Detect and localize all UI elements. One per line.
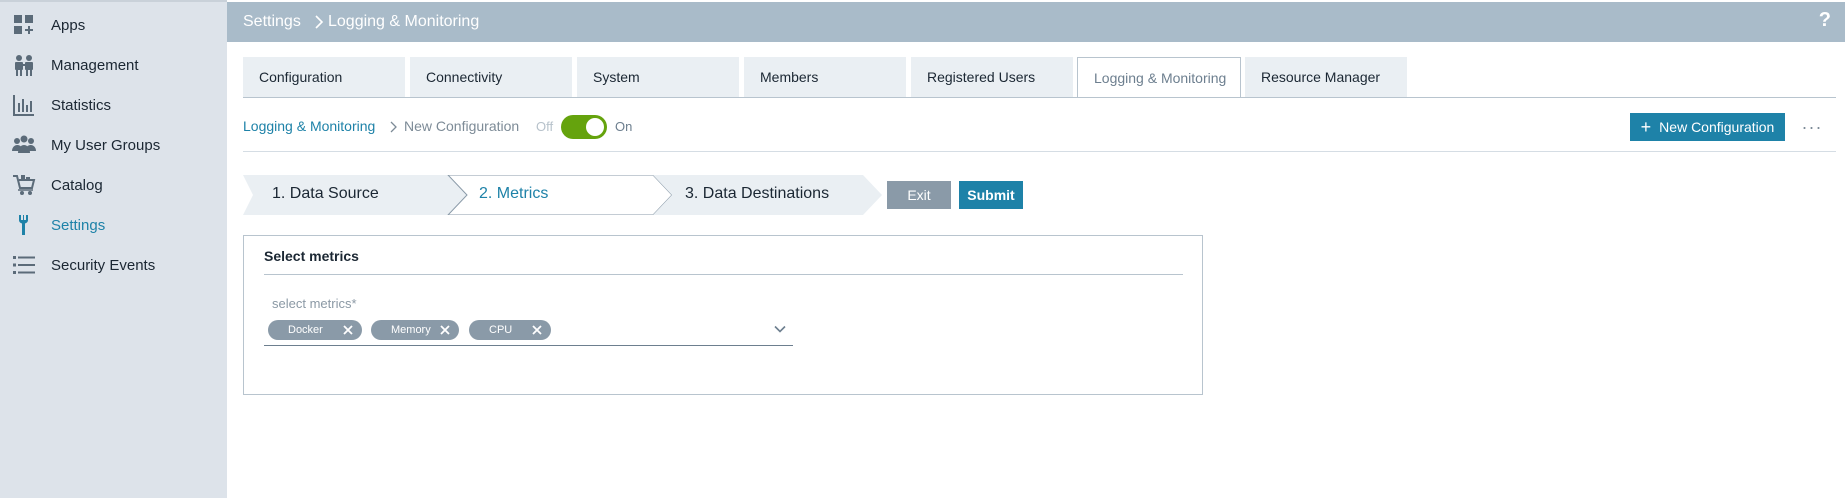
sidebar-item-management[interactable]: Management — [0, 45, 227, 85]
user-group-icon — [12, 133, 36, 157]
chip-label: Memory — [391, 324, 431, 336]
tabs-divider — [243, 97, 1836, 98]
required-mark: * — [351, 296, 357, 311]
remove-chip-icon[interactable] — [531, 324, 543, 336]
chip-label: Docker — [288, 324, 323, 336]
chevron-right-icon — [315, 15, 324, 29]
sidebar-item-security-events[interactable]: Security Events — [0, 245, 227, 285]
new-configuration-label: New Configuration — [1659, 119, 1775, 135]
subheader-divider — [243, 151, 1836, 152]
submit-button[interactable]: Submit — [959, 181, 1023, 209]
breadcrumb-current: New Configuration — [404, 118, 520, 134]
sidebar-item-label: Apps — [51, 16, 86, 34]
toggle-off-label: Off — [536, 119, 554, 134]
tab-logging-monitoring[interactable]: Logging & Monitoring — [1077, 57, 1241, 98]
step-data-source[interactable]: 1. Data Source — [272, 185, 379, 203]
top-header: Settings Logging & Monitoring ? — [227, 2, 1845, 42]
help-icon[interactable]: ? — [1819, 9, 1831, 32]
new-configuration-button[interactable]: + New Configuration — [1630, 113, 1785, 141]
sidebar-item-label: My User Groups — [51, 136, 161, 154]
apps-icon — [12, 13, 36, 37]
select-metrics-card: Select metrics select metrics* Docker Me… — [243, 235, 1203, 395]
chip-label: CPU — [489, 324, 513, 336]
card-title: Select metrics — [264, 248, 359, 264]
chip-memory: Memory — [371, 320, 459, 340]
metrics-multiselect[interactable]: Docker Memory CPU — [264, 316, 793, 346]
breadcrumb-root[interactable]: Settings — [243, 13, 301, 31]
tab-label: Resource Manager — [1261, 69, 1381, 85]
plus-icon: + — [1640, 117, 1652, 137]
tab-label: Members — [760, 69, 819, 85]
remove-chip-icon[interactable] — [439, 324, 451, 336]
tab-label: Registered Users — [927, 69, 1036, 85]
step-metrics[interactable]: 2. Metrics — [479, 185, 548, 203]
sidebar-item-catalog[interactable]: Catalog — [0, 165, 227, 205]
sidebar-item-my-user-groups[interactable]: My User Groups — [0, 125, 227, 165]
card-divider — [264, 274, 1183, 275]
sidebar-item-settings[interactable]: Settings — [0, 205, 227, 245]
more-options-icon[interactable]: ··· — [1799, 113, 1825, 141]
sidebar-item-label: Security Events — [51, 256, 156, 274]
remove-chip-icon[interactable] — [342, 324, 354, 336]
bar-chart-icon — [12, 93, 36, 117]
sidebar-item-apps[interactable]: Apps — [0, 5, 227, 45]
breadcrumb-current: Logging & Monitoring — [328, 13, 480, 30]
tab-label: Configuration — [259, 69, 343, 85]
chevron-down-icon[interactable] — [773, 322, 787, 336]
toggle-on-label: On — [615, 119, 633, 134]
tab-label: System — [593, 69, 640, 85]
tab-label: Logging & Monitoring — [1094, 69, 1227, 86]
sidebar: Apps Management Statistics My User Group… — [0, 0, 227, 498]
exit-button[interactable]: Exit — [887, 181, 951, 209]
step-data-destinations[interactable]: 3. Data Destinations — [685, 185, 829, 203]
breadcrumb-link-logging[interactable]: Logging & Monitoring — [243, 118, 375, 134]
tab-resource-manager[interactable]: Resource Manager — [1245, 57, 1407, 97]
list-icon — [12, 253, 36, 277]
chip-cpu: CPU — [469, 320, 551, 340]
tab-system[interactable]: System — [577, 57, 739, 97]
tab-members[interactable]: Members — [744, 57, 906, 97]
people-icon — [12, 53, 36, 77]
metrics-field-label: select metrics* — [272, 296, 357, 311]
wrench-icon — [12, 213, 36, 237]
cart-icon — [12, 173, 36, 197]
metrics-field-label-text: select metrics — [272, 296, 352, 311]
sidebar-item-label: Statistics — [51, 96, 112, 114]
enable-toggle[interactable] — [561, 115, 607, 139]
tab-connectivity[interactable]: Connectivity — [410, 57, 572, 97]
tab-label: Connectivity — [426, 69, 503, 85]
sidebar-item-statistics[interactable]: Statistics — [0, 85, 227, 125]
sidebar-item-label: Catalog — [51, 176, 103, 194]
wizard-steps: 1. Data Source 2. Metrics 3. Data Destin… — [243, 175, 883, 215]
sidebar-item-label: Management — [51, 56, 139, 74]
tab-configuration[interactable]: Configuration — [243, 57, 405, 97]
chevron-right-icon — [390, 121, 397, 133]
toggle-knob — [586, 118, 604, 136]
tab-registered-users[interactable]: Registered Users — [911, 57, 1073, 97]
sidebar-item-label: Settings — [51, 216, 106, 234]
chip-docker: Docker — [268, 320, 362, 340]
